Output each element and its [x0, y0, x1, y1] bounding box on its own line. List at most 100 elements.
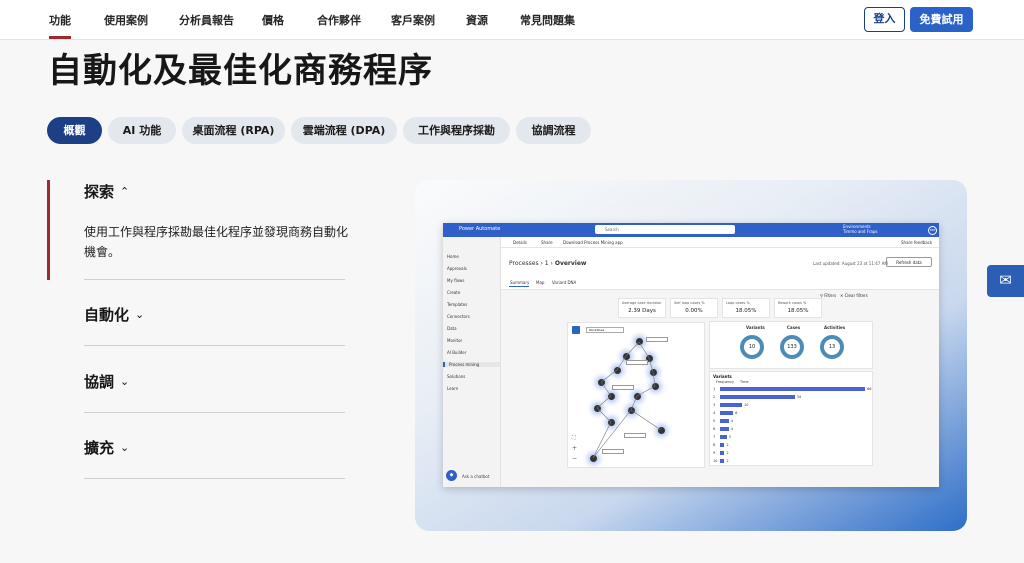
sidebar-item: Approvals	[447, 266, 467, 271]
variant-bar	[720, 411, 734, 415]
variant-label: 8	[713, 442, 716, 447]
stat-ring: 10	[740, 335, 764, 359]
stat-ring: 13	[820, 335, 844, 359]
variants-tab: Frequency	[716, 380, 735, 384]
variant-value: 4	[730, 426, 734, 431]
variant-bar	[720, 419, 729, 423]
nav-item-customer-stories[interactable]: 客戶案例	[391, 12, 435, 28]
variant-value: 6	[735, 410, 738, 415]
accordion-explore[interactable]: 探索 ⌃	[84, 181, 129, 202]
variant-label: 7	[713, 434, 716, 439]
avatar: MM	[928, 226, 937, 235]
sidebar-item: Home	[447, 254, 459, 259]
sidebar-item: Monitor	[447, 338, 463, 343]
variants-title: Variants	[713, 374, 732, 379]
divider	[84, 478, 345, 479]
zoom-out-icon: −	[572, 455, 578, 462]
active-section-marker	[47, 180, 50, 280]
nav-item-features[interactable]: 功能	[49, 12, 71, 28]
nav-item-pricing[interactable]: 價格	[262, 12, 284, 28]
tab-process-mining[interactable]: 工作與程序採勘	[403, 117, 510, 144]
variant-value: 10	[743, 402, 749, 407]
top-nav: 功能 使用案例 分析員報告 價格 合作夥伴 客戶案例 資源 常見問題集 登入 免…	[0, 0, 1024, 40]
accordion-title: 協調	[84, 373, 115, 391]
app-environment: Environments Timmo and Fraps	[843, 224, 878, 234]
variant-label: 3	[713, 402, 716, 407]
chevron-down-icon: ⌄	[120, 441, 130, 454]
variant-bar	[720, 451, 725, 455]
zoom-in-icon: +	[572, 445, 578, 452]
map-edges	[592, 341, 662, 459]
variant-value: 3	[728, 434, 731, 439]
kpi-card: Rework cases % 18.05%	[774, 298, 822, 318]
variant-value: 66	[867, 386, 872, 391]
variant-label: 6	[713, 426, 716, 431]
stats-panel: Variants Cases Activities 10 133 13	[709, 321, 873, 369]
accordion-automate[interactable]: 自動化 ⌄	[84, 304, 144, 325]
app-brand: Power Automate	[459, 226, 501, 232]
login-button[interactable]: 登入	[864, 7, 905, 32]
app-tab: Summary	[510, 280, 530, 285]
stat-label: Variants	[746, 325, 765, 330]
sidebar-item: Connectors	[447, 314, 470, 319]
zoom-fit-icon: ⛶	[572, 435, 576, 441]
nav-item-faq[interactable]: 常見問題集	[520, 12, 575, 28]
variant-bar	[720, 459, 725, 463]
cmd-feedback: Share feedback	[901, 240, 933, 245]
variant-label: 9	[713, 450, 716, 455]
accordion-title: 探索	[84, 183, 115, 201]
process-map: Workflows ⛶ + −	[567, 322, 705, 468]
app-sidebar: Home Approvals My flows Create Templates…	[443, 237, 501, 487]
variant-value: 34	[796, 394, 802, 399]
divider	[84, 412, 345, 413]
stat-label: Activities	[824, 325, 846, 330]
accordion-coordinate[interactable]: 協調 ⌄	[84, 371, 129, 392]
accordion-extend[interactable]: 擴充 ⌄	[84, 437, 129, 458]
tab-desktop-flows[interactable]: 桌面流程 (RPA)	[182, 117, 285, 144]
variant-value: 2	[726, 458, 729, 463]
stat-ring: 133	[780, 335, 804, 359]
sidebar-item: Create	[447, 290, 461, 295]
free-trial-button[interactable]: 免費試用	[910, 7, 973, 32]
chatbot-label: Ask a chatbot	[462, 474, 490, 479]
variants-panel: Variants Frequency Time 1 66 2 34 3 10 4 6 5 4 6 4 7…	[709, 371, 873, 466]
variant-label: 4	[713, 410, 716, 415]
tab-orchestration[interactable]: 協調流程	[516, 117, 591, 144]
accordion-title: 擴充	[84, 439, 115, 457]
app-last-updated: Last updated: August 23 at 11:47 AM	[813, 261, 888, 266]
tab-ai-features[interactable]: AI 功能	[108, 117, 176, 144]
tab-overview[interactable]: 概觀	[47, 117, 102, 144]
variant-bar	[720, 427, 729, 431]
nav-item-use-cases[interactable]: 使用案例	[104, 12, 148, 28]
variant-label: 1	[713, 386, 716, 391]
kpi-card: Loop cases % 18.05%	[722, 298, 770, 318]
nav-item-analyst-reports[interactable]: 分析員報告	[179, 12, 234, 28]
app-search: Search	[595, 225, 735, 234]
sidebar-item: Data	[447, 326, 457, 331]
page-title: 自動化及最佳化商務程序	[48, 51, 433, 91]
sidebar-item: My flows	[447, 278, 465, 283]
variant-label: 5	[713, 418, 716, 423]
app-tab-indicator	[509, 286, 529, 287]
nav-active-indicator	[49, 36, 71, 39]
app-breadcrumb: Processes › 1 › Overview	[509, 260, 587, 267]
divider	[84, 345, 345, 346]
nav-item-partners[interactable]: 合作夥伴	[317, 12, 361, 28]
cmd-details: Details	[513, 240, 527, 245]
sidebar-item: Templates	[447, 302, 468, 307]
variant-bar	[720, 443, 725, 447]
tab-cloud-flows[interactable]: 雲端流程 (DPA)	[291, 117, 397, 144]
cmd-share: Share	[541, 240, 553, 245]
app-tab: Variant DNA	[552, 280, 577, 285]
sidebar-item-selected: Process mining	[443, 362, 500, 367]
app-refresh-button: Refresh data	[886, 257, 932, 267]
chevron-down-icon: ⌄	[135, 308, 145, 321]
mail-icon[interactable]: ✉	[987, 265, 1024, 297]
nav-item-resources[interactable]: 資源	[466, 12, 488, 28]
accordion-explore-body: 使用工作與程序採勘最佳化程序並發現商務自動化機會。	[84, 225, 349, 259]
app-tab: Map	[536, 280, 545, 285]
variant-value: 2	[726, 450, 729, 455]
variant-bar	[720, 403, 742, 407]
kpi-card: Average case duration 2.39 Days	[618, 298, 666, 318]
variant-value: 4	[730, 418, 734, 423]
